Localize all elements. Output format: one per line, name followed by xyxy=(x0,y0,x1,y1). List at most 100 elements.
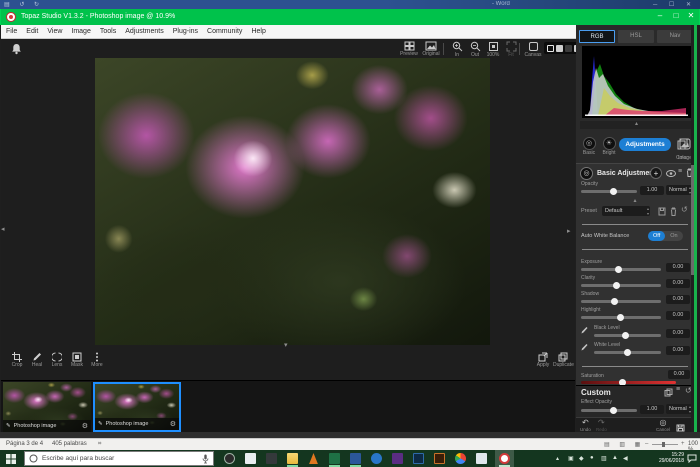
preset-dropdown[interactable]: Default ▴▾ xyxy=(602,206,650,216)
mask-tool-button[interactable]: Mask xyxy=(67,352,87,368)
file-explorer-icon[interactable] xyxy=(287,453,298,464)
histogram-collapse-bar[interactable]: ▴ xyxy=(580,121,693,129)
word-window-controls[interactable]: ─ ☐ ✕ xyxy=(653,1,696,8)
menu-adjustments[interactable]: Adjustments xyxy=(125,28,164,35)
action-center-icon[interactable] xyxy=(687,454,697,463)
more-tools-button[interactable]: More xyxy=(87,352,107,368)
panel-collapse-arrow[interactable]: ▴ xyxy=(576,197,694,204)
side-by-side-view-icon[interactable] xyxy=(565,45,572,52)
effect-opacity-value[interactable]: 1.00 xyxy=(640,405,664,414)
opacity-slider[interactable] xyxy=(581,190,637,193)
tray-icon-cloud[interactable]: ● xyxy=(590,455,594,461)
minimize-button[interactable]: – xyxy=(653,11,667,20)
fit-button[interactable]: Fit xyxy=(501,41,521,58)
lens-tool-button[interactable]: Lens xyxy=(47,352,67,368)
filmstrip-thumbnail-2-selected[interactable]: ✎ Photoshop image ⚙ xyxy=(93,382,181,432)
topaz-titlebar[interactable]: Topaz Studio V1.3.2 - Photoshop image @ … xyxy=(0,9,700,25)
stepper-arrows-icon[interactable]: ▴▾ xyxy=(647,206,649,216)
reset-icon[interactable]: ↺ xyxy=(681,205,688,214)
tray-icon-volume[interactable]: ◀ xyxy=(623,455,628,462)
auto-white-balance-toggle[interactable]: Off On xyxy=(648,231,683,241)
menu-file[interactable]: File xyxy=(6,28,17,35)
basic-mode-button[interactable]: ◎ Basic xyxy=(578,137,600,156)
maximize-button[interactable]: □ xyxy=(669,11,683,20)
zoom-in-button[interactable]: In xyxy=(447,41,467,58)
save-preset-icon[interactable] xyxy=(658,207,666,216)
undo-button[interactable]: ↶ Undo xyxy=(580,419,591,432)
split-view-icon[interactable] xyxy=(556,45,563,52)
word-titlebar[interactable]: ▤ ↺ ↻ - Word ─ ☐ ✕ xyxy=(0,0,700,9)
left-panel-collapse-handle[interactable]: ◂ xyxy=(1,225,5,233)
duplicate-button[interactable]: Duplicate xyxy=(553,352,573,368)
visual-studio-icon[interactable] xyxy=(392,453,403,464)
redo-button[interactable]: ↷ Redo xyxy=(596,419,607,432)
vlc-icon[interactable] xyxy=(308,453,319,464)
menu-plugins[interactable]: Plug-ins xyxy=(173,28,198,35)
exposure-slider[interactable] xyxy=(581,268,661,271)
word-zoom-in[interactable]: + xyxy=(681,441,685,447)
white-level-eyedropper-icon[interactable] xyxy=(580,343,588,352)
menu-image[interactable]: Image xyxy=(71,28,90,35)
copy-icon[interactable] xyxy=(664,388,673,397)
tray-icon-shield[interactable]: ◆ xyxy=(579,455,584,462)
menu-lines-icon[interactable]: ≡ xyxy=(678,168,682,175)
add-adjustment-icon[interactable]: + xyxy=(650,167,662,179)
word-zoom-out[interactable]: – xyxy=(645,441,648,447)
panel-scrollbar[interactable] xyxy=(691,25,694,432)
excel-icon[interactable] xyxy=(329,453,340,464)
heal-tool-button[interactable]: Heal xyxy=(27,352,47,368)
word-icon[interactable] xyxy=(350,453,361,464)
canvas-image[interactable] xyxy=(95,58,490,345)
photos-icon[interactable] xyxy=(476,453,487,464)
blend-mode-dropdown[interactable]: Normal ▴▾ xyxy=(666,185,692,195)
highlight-slider[interactable] xyxy=(581,316,661,319)
photoshop-icon[interactable] xyxy=(413,453,424,464)
menu-view[interactable]: View xyxy=(47,28,62,35)
tray-icon-battery[interactable]: ▥ xyxy=(601,455,607,462)
shadow-slider[interactable] xyxy=(581,300,661,303)
right-panel-collapse-handle[interactable]: ▸ xyxy=(567,227,571,235)
white-level-slider[interactable] xyxy=(594,351,661,354)
crop-tool-button[interactable]: Crop xyxy=(7,352,27,368)
word-view-mode-icons[interactable]: ▤ ▥ ▦ xyxy=(604,441,644,448)
tab-nav[interactable]: Nav xyxy=(657,30,693,43)
start-button[interactable] xyxy=(6,454,16,464)
edge-icon[interactable] xyxy=(371,453,382,464)
zoom-out-button[interactable]: Out xyxy=(465,41,485,58)
menu-tools[interactable]: Tools xyxy=(100,28,116,35)
illustrator-icon[interactable] xyxy=(434,453,445,464)
taskbar-clock[interactable]: 15:29 29/06/2018 xyxy=(659,452,684,464)
microphone-icon[interactable] xyxy=(202,454,209,464)
menu-help[interactable]: Help xyxy=(251,28,265,35)
opacity-slider-knob[interactable] xyxy=(610,188,617,195)
custom-blend-mode-dropdown[interactable]: Normal ▴▾ xyxy=(666,404,692,414)
gear-icon[interactable]: ⚙ xyxy=(170,420,176,428)
delete-preset-icon[interactable] xyxy=(670,207,677,216)
opacity-value[interactable]: 1.00 xyxy=(640,186,664,195)
chrome-icon[interactable] xyxy=(455,453,466,464)
adjustments-button[interactable]: Adjustments xyxy=(619,138,671,151)
clarity-slider[interactable] xyxy=(581,284,661,287)
tray-icon-network[interactable]: ▲ xyxy=(612,455,618,461)
word-count[interactable]: 405 palabras xyxy=(52,441,87,447)
notification-bell-icon[interactable] xyxy=(11,43,22,55)
cortana-icon[interactable] xyxy=(224,453,235,464)
cancel-button[interactable]: ◎ Cancel xyxy=(656,419,670,432)
dark-app-icon[interactable] xyxy=(266,453,277,464)
effect-opacity-slider[interactable] xyxy=(581,409,637,412)
proofing-icon[interactable]: ⌗ xyxy=(98,441,101,448)
taskbar-search-input[interactable]: Escribe aquí para buscar xyxy=(24,451,214,466)
menu-edit[interactable]: Edit xyxy=(26,28,38,35)
mail-icon[interactable] xyxy=(245,453,256,464)
zoom-100-button[interactable]: 100% xyxy=(483,41,503,58)
bottom-collapse-handle[interactable]: ▾ xyxy=(284,341,288,349)
awb-off-option[interactable]: Off xyxy=(648,231,665,241)
original-button[interactable]: Original xyxy=(421,41,441,57)
filmstrip-thumbnail-1[interactable]: ✎ Photoshop image ⚙ xyxy=(3,382,91,432)
menu-community[interactable]: Community xyxy=(207,28,242,35)
close-button[interactable]: ✕ xyxy=(684,11,698,20)
word-quick-access-icons[interactable]: ▤ ↺ ↻ xyxy=(4,1,43,8)
canvas-button[interactable]: Canvas xyxy=(523,41,543,58)
tray-icon-monitor[interactable]: ▣ xyxy=(568,455,574,462)
awb-on-option[interactable]: On xyxy=(665,231,682,241)
